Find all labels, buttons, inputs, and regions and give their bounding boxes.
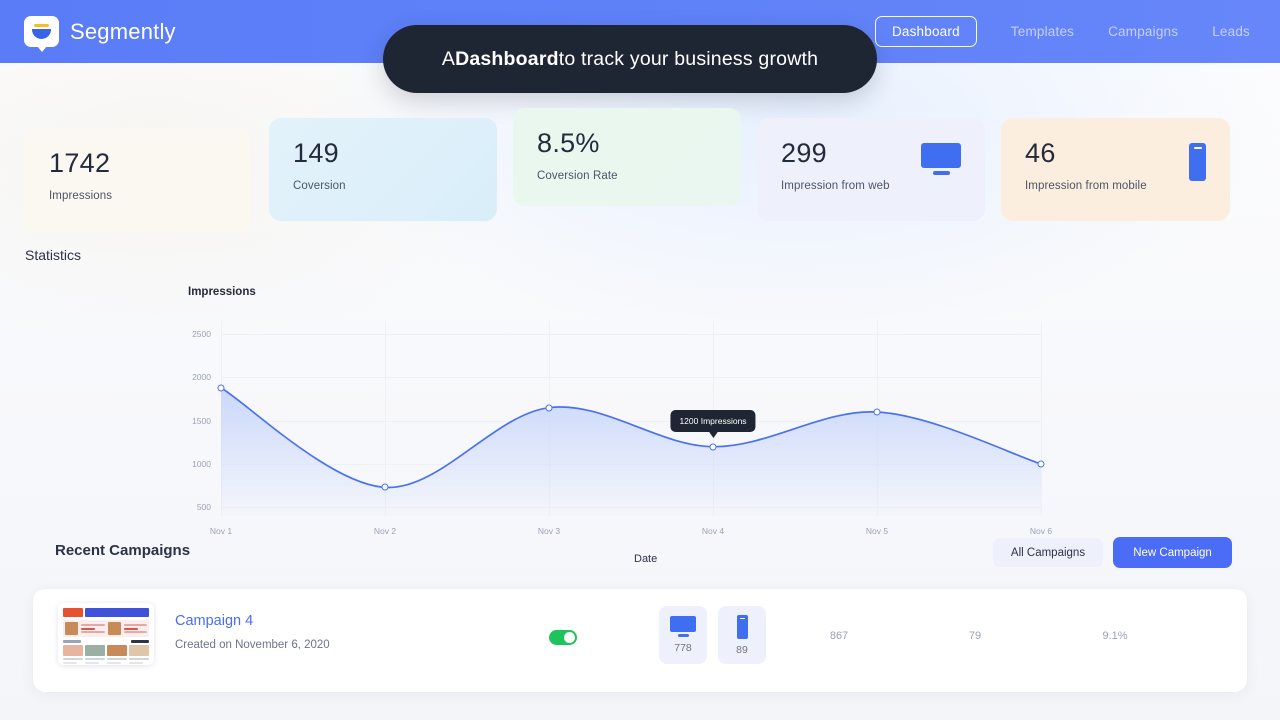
chart-plot-area[interactable]: 2500 2000 1500 1000 500 Nov 1 Nov 2 Nov 3 Nov 4 N… [192,321,1052,536]
chart-data-point[interactable] [709,443,717,451]
chart-title: Impressions [188,286,256,298]
table-row[interactable]: Campaign 4 Created on November 6, 2020 7… [33,589,1247,692]
chart-xtick-label: Nov 2 [373,526,397,536]
nav-item-templates[interactable]: Templates [1011,24,1074,39]
nav-item-dashboard[interactable]: Dashboard [874,16,977,47]
nav-item-leads[interactable]: Leads [1212,24,1250,39]
chart-data-point[interactable] [545,404,553,412]
segmently-funnel-icon [24,16,59,47]
recent-campaigns-title: Recent Campaigns [55,542,191,559]
stat-label: Coversion Rate [537,170,618,183]
mobile-count: 89 [736,643,748,656]
chart-data-point[interactable] [381,483,389,491]
chart-xtick-label: Nov 1 [209,526,233,536]
new-campaign-button[interactable]: New Campaign [1113,537,1232,568]
stat-cards: 1742 Impressions 149 Coversion 8.5% Cove… [0,103,1280,233]
metric-conversions: 79 [968,630,982,642]
stat-label: Impression from web [781,180,890,193]
chart-xtick-label: Nov 3 [537,526,561,536]
chart-xtick-label: Nov 4 [701,526,725,536]
hero-banner: A Dashboard to track your business growt… [383,25,877,93]
chart-xtick-label: Nov 6 [1029,526,1053,536]
monitor-icon [670,616,696,637]
campaign-list: Campaign 4 Created on November 6, 2020 7… [33,589,1247,692]
stat-card-impression-mobile[interactable]: 46 Impression from mobile [1001,118,1230,221]
stat-label: Impressions [49,190,113,203]
stat-card-coversion-rate[interactable]: 8.5% Coversion Rate [513,108,741,206]
dashboard-page: Segmently Dashboard Templates Campaigns … [0,0,1280,720]
chart-data-point[interactable] [873,408,881,416]
hero-emphasis: Dashboard [455,47,559,70]
stat-value: 299 [781,138,827,168]
stat-value: 149 [293,138,339,168]
chart-gridline [1041,321,1042,516]
stat-card-impressions[interactable]: 1742 Impressions [25,128,250,233]
chart-data-point[interactable] [217,384,225,392]
phone-icon [736,614,748,639]
nav-item-campaigns[interactable]: Campaigns [1108,24,1178,39]
chart-ytick-label: 1000 [192,459,211,469]
chart-xtick-label: Nov 5 [865,526,889,536]
chart-ytick-label: 2000 [192,372,211,383]
chart-ytick-label: 1500 [192,415,211,426]
campaign-name-link[interactable]: Campaign 4 [175,613,253,629]
brand[interactable]: Segmently [24,16,176,47]
hero-suffix: to track your business growth [558,47,819,70]
stat-value: 46 [1025,138,1056,168]
stat-card-impression-web[interactable]: 299 Impression from web [757,118,985,221]
campaign-created-date: Created on November 6, 2020 [175,639,330,651]
stat-label: Coversion [293,180,346,193]
hero-prefix: A [441,47,456,70]
page-title: Statistics [25,247,82,263]
impressions-chart: Impressions 2500 2000 1500 1000 500 Nov 1 Nov … [0,283,1100,573]
campaign-enabled-toggle[interactable] [549,630,577,645]
monitor-icon [921,143,961,175]
chart-ytick-label: 2500 [192,329,211,339]
chart-data-point[interactable] [1037,460,1045,468]
email-template-thumbnail[interactable] [58,603,154,665]
phone-icon [1189,143,1206,181]
stat-value: 8.5% [537,128,600,158]
all-campaigns-button[interactable]: All Campaigns [993,538,1103,567]
nav-links: Dashboard Templates Campaigns Leads [874,16,1250,47]
chart-xaxis-label: Date [634,553,658,565]
mobile-impressions-metric: 89 [718,606,766,664]
web-count: 778 [674,641,692,654]
stat-label: Impression from mobile [1025,180,1147,193]
stat-value: 1742 [49,148,111,178]
stat-card-coversion[interactable]: 149 Coversion [269,118,497,221]
metric-impressions: 867 [829,630,849,642]
chart-series [221,387,1041,516]
chart-tooltip: 1200 Impressions [670,409,756,432]
web-impressions-metric: 778 [659,606,707,664]
chart-ytick-label: 500 [196,502,211,513]
brand-name: Segmently [70,18,176,44]
metric-conversion-rate: 9.1% [1102,630,1128,642]
